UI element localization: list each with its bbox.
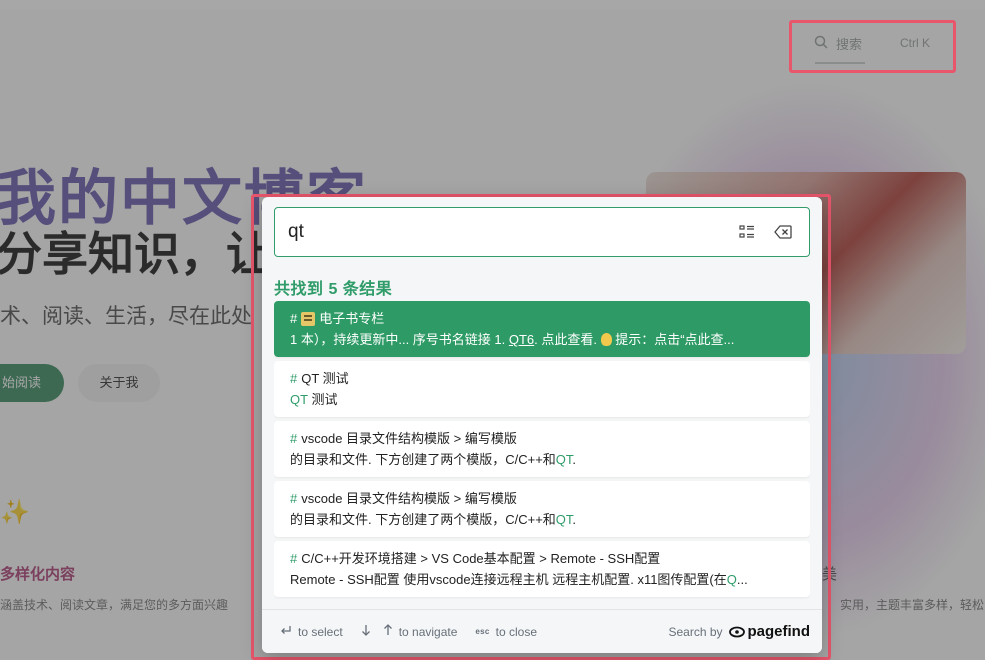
excerpt-text: 测试 <box>307 392 338 407</box>
result-item[interactable]: # vscode 目录文件结构模版 > 编写模版 的目录和文件. 下方创建了两个… <box>274 421 810 477</box>
powered-by[interactable]: Search by pagefind <box>668 623 810 640</box>
search-modal: 共找到 5 条结果 # 电子书专栏 1 本），持续更新中... 序号书名链接 1… <box>262 197 822 653</box>
result-item[interactable]: # 电子书专栏 1 本），持续更新中... 序号书名链接 1. QT6. 点此查… <box>274 301 810 357</box>
results-list: # 电子书专栏 1 本），持续更新中... 序号书名链接 1. QT6. 点此查… <box>274 301 810 599</box>
hash-symbol: # <box>290 311 298 326</box>
lightbulb-icon <box>600 333 612 346</box>
match-highlight: QT <box>555 512 573 527</box>
excerpt-text: 的目录和文件. 下方创建了两个模版，C/C++和 <box>290 512 556 527</box>
match-highlight: Q <box>726 572 737 587</box>
hash-symbol: # <box>290 551 298 566</box>
modal-footer: to select to navigate esc to close Searc… <box>262 609 822 653</box>
arrow-down-icon <box>361 624 371 639</box>
navigate-hint: to navigate <box>361 624 458 639</box>
result-title-text: 电子书专栏 <box>319 311 385 326</box>
pagefind-logo: pagefind <box>728 623 811 640</box>
arrow-up-icon <box>383 624 393 639</box>
excerpt-text: . <box>572 512 577 527</box>
excerpt-text: . 点此查看. <box>534 332 601 347</box>
result-item[interactable]: # vscode 目录文件结构模版 > 编写模版 的目录和文件. 下方创建了两个… <box>274 481 810 537</box>
pagefind-logo-icon <box>728 626 745 637</box>
book-icon <box>301 312 316 326</box>
result-title-text: vscode 目录文件结构模版 > 编写模版 <box>301 431 517 446</box>
result-title: # C/C++开发环境搭建 > VS Code基本配置 > Remote - S… <box>290 548 794 570</box>
match-highlight: QT <box>555 452 573 467</box>
enter-key-icon <box>280 625 292 639</box>
excerpt-text: 的目录和文件. 下方创建了两个模版，C/C++和 <box>290 452 556 467</box>
search-by-label: Search by <box>668 624 723 639</box>
hash-symbol: # <box>290 431 298 446</box>
result-title-text: C/C++开发环境搭建 > VS Code基本配置 > Remote - SSH… <box>301 551 661 566</box>
select-hint: to select <box>280 625 343 639</box>
result-count: 共找到 5 条结果 <box>274 281 393 298</box>
match-highlight: QT <box>290 392 308 407</box>
match-highlight: QT6 <box>508 332 535 347</box>
result-item[interactable]: # C/C++开发环境搭建 > VS Code基本配置 > Remote - S… <box>274 541 810 597</box>
esc-key-icon: esc <box>475 627 490 636</box>
result-excerpt: QT 测试 <box>290 390 794 410</box>
highlight-search-button <box>789 20 956 73</box>
excerpt-text: Remote - SSH配置 使用vscode连接远程主机 远程主机配置. x1… <box>290 572 727 587</box>
result-excerpt: 的目录和文件. 下方创建了两个模版，C/C++和QT. <box>290 450 794 470</box>
pagefind-brand: pagefind <box>747 623 811 640</box>
close-hint: esc to close <box>475 625 537 639</box>
search-input[interactable] <box>275 208 729 256</box>
hash-symbol: # <box>290 491 298 506</box>
search-box <box>274 207 810 257</box>
result-item[interactable]: # QT 测试 QT 测试 <box>274 361 810 417</box>
clear-input-icon[interactable] <box>765 214 801 250</box>
result-excerpt: 的目录和文件. 下方创建了两个模版，C/C++和QT. <box>290 510 794 530</box>
result-title-text: vscode 目录文件结构模版 > 编写模版 <box>301 491 517 506</box>
result-title: # QT 测试 <box>290 368 794 390</box>
hash-symbol: # <box>290 371 298 386</box>
list-view-icon[interactable] <box>729 214 765 250</box>
navigate-hint-label: to navigate <box>398 624 458 639</box>
result-title: # vscode 目录文件结构模版 > 编写模版 <box>290 428 794 450</box>
result-title: # vscode 目录文件结构模版 > 编写模版 <box>290 488 794 510</box>
excerpt-text: ... <box>736 572 748 587</box>
result-title: # 电子书专栏 <box>290 308 794 330</box>
result-excerpt: 1 本），持续更新中... 序号书名链接 1. QT6. 点此查看. 提示：点击… <box>290 330 794 350</box>
excerpt-text: . <box>572 452 577 467</box>
select-hint-label: to select <box>298 624 343 639</box>
excerpt-text: 1 本），持续更新中... 序号书名链接 1. <box>290 332 509 347</box>
result-excerpt: Remote - SSH配置 使用vscode连接远程主机 远程主机配置. x1… <box>290 570 794 590</box>
excerpt-text: 提示：点击“点此查... <box>611 332 735 347</box>
close-hint-label: to close <box>495 624 538 639</box>
result-title-text: QT 测试 <box>301 371 349 386</box>
